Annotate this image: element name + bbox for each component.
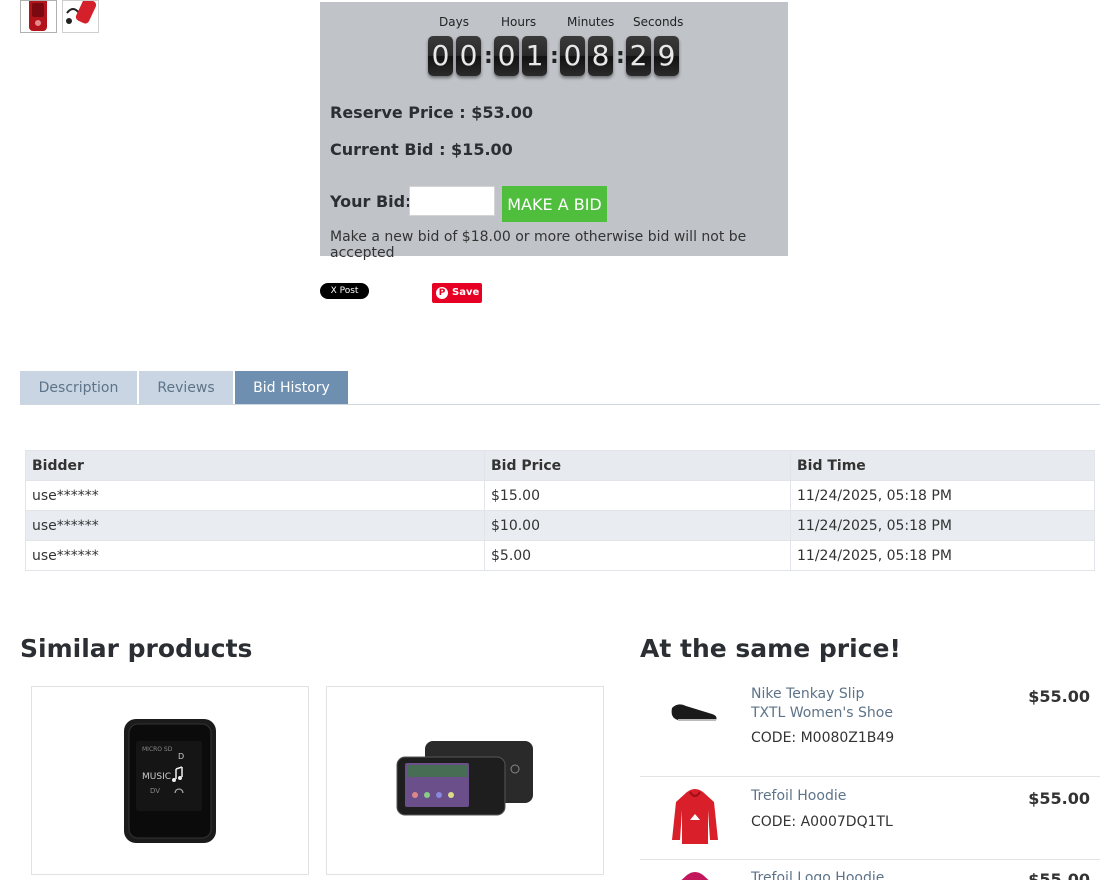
bidder-cell: use****** xyxy=(25,510,485,541)
mp3-screen-d: D xyxy=(178,752,184,761)
countdown-digit-hours-1: 0 xyxy=(494,36,519,76)
shoe-image xyxy=(671,704,717,721)
similar-product-card-2[interactable] xyxy=(326,686,604,875)
current-bid: Current Bid : $15.00 xyxy=(330,140,513,159)
countdown-digit-minutes-2: 8 xyxy=(588,36,613,76)
tab-bid-history[interactable]: Bid History xyxy=(235,371,348,404)
product-name-link[interactable]: TXTL Women's Shoe xyxy=(751,705,893,721)
product-thumbnail-1[interactable] xyxy=(20,0,57,33)
red-hoodie-image xyxy=(672,789,718,844)
product-name-link[interactable]: Trefoil Logo Hoodie xyxy=(751,870,884,880)
table-row: use****** $10.00 11/24/2025, 05:18 PM xyxy=(25,510,1095,541)
mp3-screen-music: MUSIC xyxy=(142,772,171,782)
countdown-label-seconds: Seconds xyxy=(633,15,684,29)
bid-history-table: Bidder Bid Price Bid Time use****** $15.… xyxy=(25,450,1095,571)
similar-product-card-1[interactable]: MICRO SD MUSIC D DV xyxy=(31,686,309,875)
pinterest-save-button[interactable]: P Save xyxy=(432,283,482,303)
similar-products-heading: Similar products xyxy=(20,634,253,663)
product-name-link[interactable]: Trefoil Hoodie xyxy=(751,788,846,804)
countdown-digit-days-2: 0 xyxy=(456,36,481,76)
countdown-digit-hours-2: 1 xyxy=(522,36,547,76)
your-bid-input[interactable] xyxy=(409,186,495,216)
product-code: CODE: A0007DQ1TL xyxy=(751,814,893,830)
mp3-player-image: MICRO SD MUSIC D DV xyxy=(124,719,216,843)
table-header-row: Bidder Bid Price Bid Time xyxy=(25,450,1095,481)
list-separator xyxy=(640,859,1100,860)
bid-time-cell: 11/24/2025, 05:18 PM xyxy=(790,540,1095,571)
bid-price-cell: $15.00 xyxy=(484,480,791,511)
list-separator xyxy=(640,776,1100,777)
bid-note: Make a new bid of $18.00 or more otherwi… xyxy=(330,229,747,261)
bidder-cell: use****** xyxy=(25,540,485,571)
same-price-item-1[interactable]: Nike Tenkay Slip TXTL Women's Shoe CODE:… xyxy=(640,686,1100,776)
bidder-cell: use****** xyxy=(25,480,485,511)
smartphone-image xyxy=(396,741,533,816)
countdown-separator: : xyxy=(616,44,625,69)
tab-description[interactable]: Description xyxy=(20,371,137,404)
bid-time-cell: 11/24/2025, 05:18 PM xyxy=(790,510,1095,541)
product-thumbnail-2[interactable] xyxy=(62,0,99,33)
same-price-item-2[interactable]: Trefoil Hoodie CODE: A0007DQ1TL $55.00 xyxy=(640,788,1100,858)
same-price-item-3[interactable]: Trefoil Logo Hoodie $55.00 xyxy=(640,869,1100,880)
tab-reviews[interactable]: Reviews xyxy=(139,371,233,404)
column-header-bidder: Bidder xyxy=(25,450,485,481)
your-bid-label: Your Bid: xyxy=(330,192,412,211)
product-price: $55.00 xyxy=(1028,687,1090,706)
pinterest-icon: P xyxy=(436,287,448,299)
product-code: CODE: M0080Z1B49 xyxy=(751,730,895,746)
make-a-bid-button[interactable]: MAKE A BID xyxy=(502,186,607,222)
countdown-digit-days-1: 0 xyxy=(428,36,453,76)
pink-hoodie-image xyxy=(681,872,709,880)
column-header-bid-time: Bid Time xyxy=(790,450,1095,481)
countdown-label-days: Days xyxy=(439,15,469,29)
countdown-digit-minutes-1: 0 xyxy=(560,36,585,76)
mp3-screen-dv: DV xyxy=(150,787,160,795)
product-price: $55.00 xyxy=(1028,870,1090,880)
countdown-separator: : xyxy=(484,44,493,69)
reserve-price: Reserve Price : $53.00 xyxy=(330,103,534,122)
countdown-label-minutes: Minutes xyxy=(567,15,615,29)
countdown-label-hours: Hours xyxy=(501,15,537,29)
countdown-labels: Days Hours Minutes Seconds xyxy=(320,15,788,31)
pinterest-save-label: Save xyxy=(452,287,480,298)
auction-panel: Days Hours Minutes Seconds 0 0 : 0 1 : 0… xyxy=(320,2,788,261)
column-header-bid-price: Bid Price xyxy=(484,450,791,481)
table-row: use****** $5.00 11/24/2025, 05:18 PM xyxy=(25,540,1095,571)
tab-underline xyxy=(20,404,1100,405)
mp3-screen-header: MICRO SD xyxy=(142,746,173,753)
same-price-heading: At the same price! xyxy=(640,634,901,663)
bid-price-cell: $5.00 xyxy=(484,540,791,571)
product-price: $55.00 xyxy=(1028,789,1090,808)
countdown-separator: : xyxy=(550,44,559,69)
product-name-link[interactable]: Nike Tenkay Slip xyxy=(751,686,864,702)
red-player-earbuds-thumbnail-image xyxy=(66,1,97,24)
countdown-digit-seconds-1: 2 xyxy=(626,36,651,76)
x-post-button[interactable]: X Post xyxy=(320,283,369,299)
bid-time-cell: 11/24/2025, 05:18 PM xyxy=(790,480,1095,511)
countdown-digit-seconds-2: 9 xyxy=(654,36,679,76)
red-player-thumbnail-image xyxy=(29,1,47,31)
table-row: use****** $15.00 11/24/2025, 05:18 PM xyxy=(25,480,1095,511)
bid-price-cell: $10.00 xyxy=(484,510,791,541)
